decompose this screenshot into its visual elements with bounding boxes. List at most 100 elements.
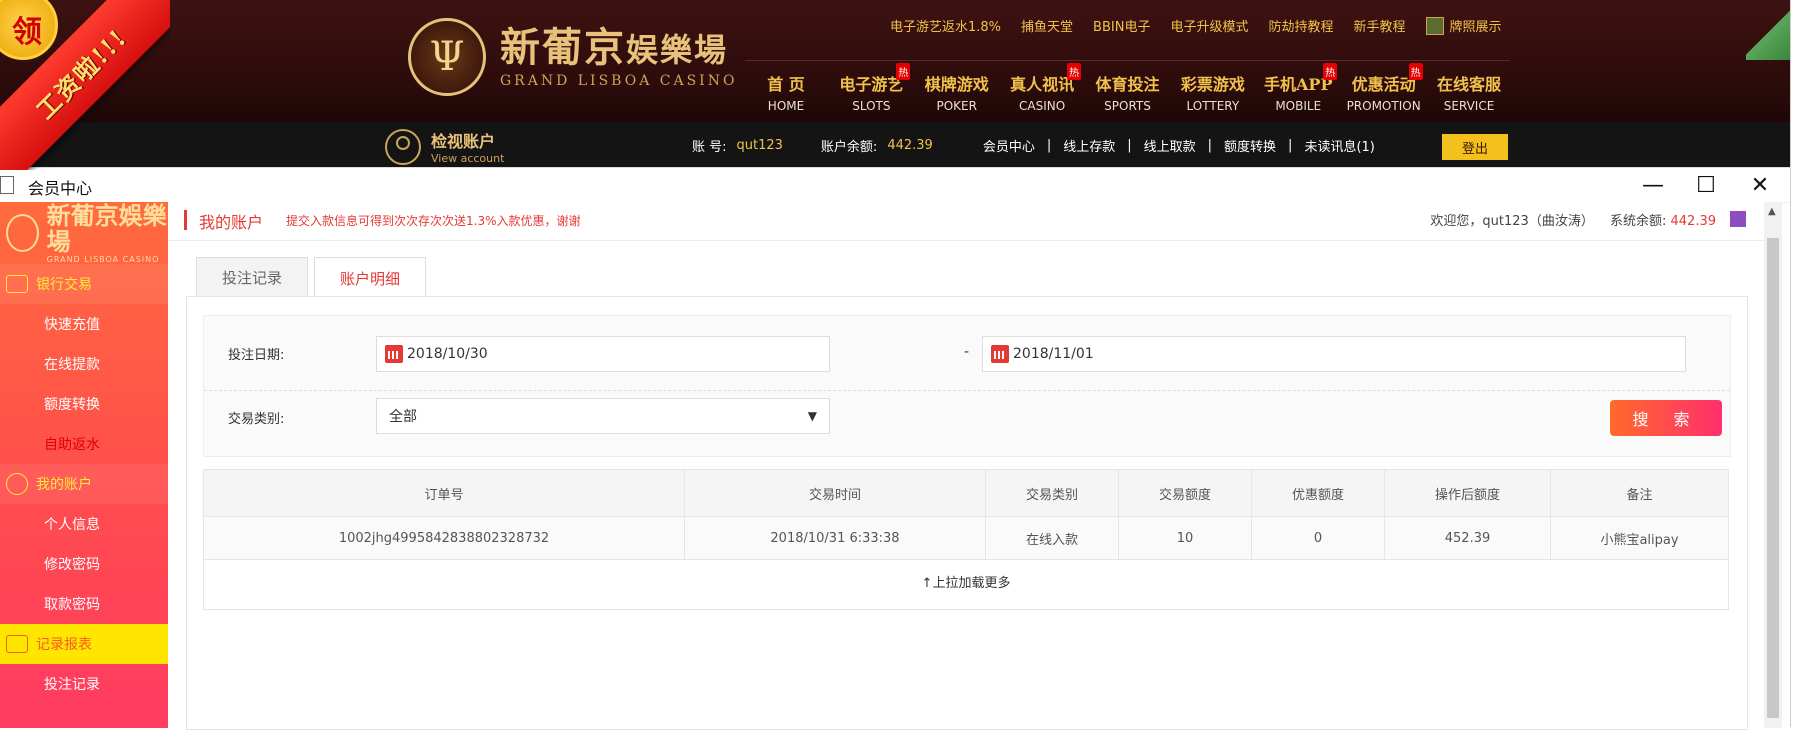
user-icon (6, 473, 28, 495)
tab-account-details[interactable]: 账户明细 (314, 257, 426, 298)
sidebar-group-my-account[interactable]: 我的账户 (0, 464, 168, 504)
account-value: qut123 (736, 138, 783, 153)
nav-mobile[interactable]: 热手机APP MOBILE (1257, 63, 1339, 113)
col-bonus[interactable]: 优惠额度 (1251, 469, 1385, 517)
nav-home[interactable]: 首 页 HOME (745, 71, 827, 113)
view-account-cn: 检视账户 (431, 132, 496, 151)
tab-bet-records[interactable]: 投注记录 (196, 257, 308, 296)
logo-cn-main: 新葡京 (500, 24, 626, 71)
balance-label: 账户余额: (820, 140, 878, 155)
calendar-icon (385, 345, 403, 363)
promo-seal-text: 领 (12, 15, 42, 50)
sidebar-item-withdraw-password[interactable]: 取款密码 (0, 584, 168, 624)
nav-lottery[interactable]: 彩票游戏 LOTTERY (1172, 71, 1254, 113)
col-order-no[interactable]: 订单号 (203, 469, 685, 517)
col-type[interactable]: 交易类别 (985, 469, 1119, 517)
license-icon (1425, 16, 1444, 35)
scroll-up-arrow-icon[interactable]: ▲ (1768, 206, 1776, 217)
top-link-slots-rebate[interactable]: 电子游艺返水1.8% (890, 16, 1001, 35)
logout-button[interactable]: 登出 (1442, 134, 1508, 160)
top-link-license[interactable]: 牌照展示 (1425, 16, 1502, 35)
type-select[interactable]: 全部 ▼ (376, 398, 830, 434)
logo-cn-small: 娱樂場 (626, 31, 729, 69)
link-transfer[interactable]: 额度转换 (1224, 136, 1276, 155)
nav-promotion[interactable]: 热优惠活动 PROMOTION (1343, 63, 1425, 113)
sidebar-group-label: 我的账户 (36, 477, 92, 493)
logo-mark-glyph: Ψ (429, 34, 465, 80)
nav-lottery-en: LOTTERY (1186, 99, 1240, 113)
system-balance-value: 442.39 (1670, 214, 1717, 229)
col-remark[interactable]: 备注 (1550, 469, 1729, 517)
nav-slots[interactable]: 热电子游艺 SLOTS (830, 63, 912, 113)
welcome-text: 欢迎您，qut123（曲汝涛） (1430, 214, 1594, 229)
sidebar: 新葡京娛樂場 GRAND LISBOA CASINO 银行交易 快速充值 在线提… (0, 202, 168, 728)
top-link-beginner-guide[interactable]: 新手教程 (1353, 16, 1405, 35)
filter-form: 投注日期: 2018/10/30 - 2018/11/01 交易类别: 全部 ▼… (203, 315, 1731, 457)
top-link-anti-hijack[interactable]: 防劫持教程 (1268, 16, 1333, 35)
minimize-button[interactable]: — (1633, 172, 1673, 198)
date-from-input[interactable]: 2018/10/30 (376, 336, 830, 372)
top-link-upgrade-mode[interactable]: 电子升级模式 (1170, 16, 1248, 35)
close-button[interactable]: ✕ (1740, 172, 1780, 198)
col-balance-after[interactable]: 操作后额度 (1384, 469, 1551, 517)
content-header: 我的账户 提交入款信息可得到次次存次次送1.3%入款优惠，谢谢 欢迎您，qut1… (168, 202, 1764, 241)
hot-badge: 热 (896, 63, 911, 80)
link-online-deposit[interactable]: 线上存款 (1063, 136, 1115, 155)
record-tabs: 投注记录 账户明细 (196, 257, 432, 298)
col-amount[interactable]: 交易额度 (1118, 469, 1252, 517)
sidebar-item-bet-records[interactable]: 投注记录 (0, 664, 168, 704)
hot-badge: 热 (1067, 63, 1082, 80)
nav-service-cn: 在线客服 (1436, 75, 1501, 94)
logo-mark-icon: Ψ (408, 18, 486, 96)
page-edge (1790, 0, 1806, 727)
top-link-fishing[interactable]: 捕鱼天堂 (1021, 16, 1073, 35)
promo-ribbon[interactable]: 工资啦!!! 领 (0, 0, 170, 170)
type-select-value: 全部 (389, 409, 417, 425)
account-bar: 检视账户 View account 账 号: qut123 账户余额: 442.… (0, 122, 1806, 168)
nav-casino[interactable]: 热真人视讯 CASINO (1001, 63, 1083, 113)
scrollbar[interactable]: ▲ (1764, 202, 1782, 728)
calendar-icon (991, 345, 1009, 363)
sidebar-item-change-password[interactable]: 修改密码 (0, 544, 168, 584)
search-button[interactable]: 搜 索 (1610, 400, 1722, 436)
report-icon (6, 635, 28, 653)
window-titlebar[interactable]: 会员中心 — ☐ ✕ (0, 168, 1790, 203)
date-to-input[interactable]: 2018/11/01 (982, 336, 1686, 372)
type-label: 交易类别: (228, 412, 285, 427)
nav-home-en: HOME (767, 99, 805, 113)
site-logo[interactable]: Ψ 新葡京娱樂場 GRAND LISBOA CASINO (408, 18, 737, 96)
link-unread-messages[interactable]: 未读讯息(1) (1304, 136, 1374, 155)
hot-badge: 热 (1408, 63, 1423, 80)
col-time[interactable]: 交易时间 (684, 469, 986, 517)
maximize-button[interactable]: ☐ (1686, 172, 1726, 198)
sidebar-item-online-withdraw[interactable]: 在线提款 (0, 344, 168, 384)
nav-sports[interactable]: 体育投注 SPORTS (1087, 71, 1169, 113)
link-member-center[interactable]: 会员中心 (983, 136, 1035, 155)
filter-divider (204, 390, 1730, 391)
nav-sports-en: SPORTS (1104, 99, 1151, 113)
sidebar-item-quick-recharge[interactable]: 快速充值 (0, 304, 168, 344)
nav-poker-cn: 棋牌游戏 (924, 75, 989, 94)
sidebar-item-personal-info[interactable]: 个人信息 (0, 504, 168, 544)
view-account-link[interactable]: 检视账户 View account (385, 128, 504, 165)
link-online-withdraw[interactable]: 线上取款 (1144, 136, 1196, 155)
sidebar-item-transfer[interactable]: 额度转换 (0, 384, 168, 424)
sidebar-group-banking[interactable]: 银行交易 (0, 264, 168, 304)
nav-promotion-en: PROMOTION (1346, 99, 1421, 113)
welcome-area: 欢迎您，qut123（曲汝涛） 系统余额: 442.39 (1430, 210, 1716, 229)
section-title: 我的账户 (199, 213, 264, 232)
nav-service[interactable]: 在线客服 SERVICE (1428, 71, 1510, 113)
nav-lottery-cn: 彩票游戏 (1180, 75, 1245, 94)
date-label: 投注日期: (228, 348, 285, 363)
nav-poker[interactable]: 棋牌游戏 POKER (916, 71, 998, 113)
document-icon (0, 176, 14, 194)
details-table: 订单号 交易时间 交易类别 交易额度 优惠额度 操作后额度 备注 1002jhg… (203, 469, 1729, 560)
divider: | (1288, 138, 1293, 153)
sidebar-group-records[interactable]: 记录报表 (0, 624, 168, 664)
top-link-bbin[interactable]: BBIN电子 (1093, 16, 1150, 35)
scroll-thumb[interactable] (1767, 238, 1779, 718)
sidebar-item-self-rebate[interactable]: 自助返水 (0, 424, 168, 464)
license-label: 牌照展示 (1449, 20, 1502, 35)
logo-cn-text: 新葡京娱樂場 (500, 25, 737, 73)
load-more[interactable]: ↑上拉加载更多 (203, 553, 1729, 610)
